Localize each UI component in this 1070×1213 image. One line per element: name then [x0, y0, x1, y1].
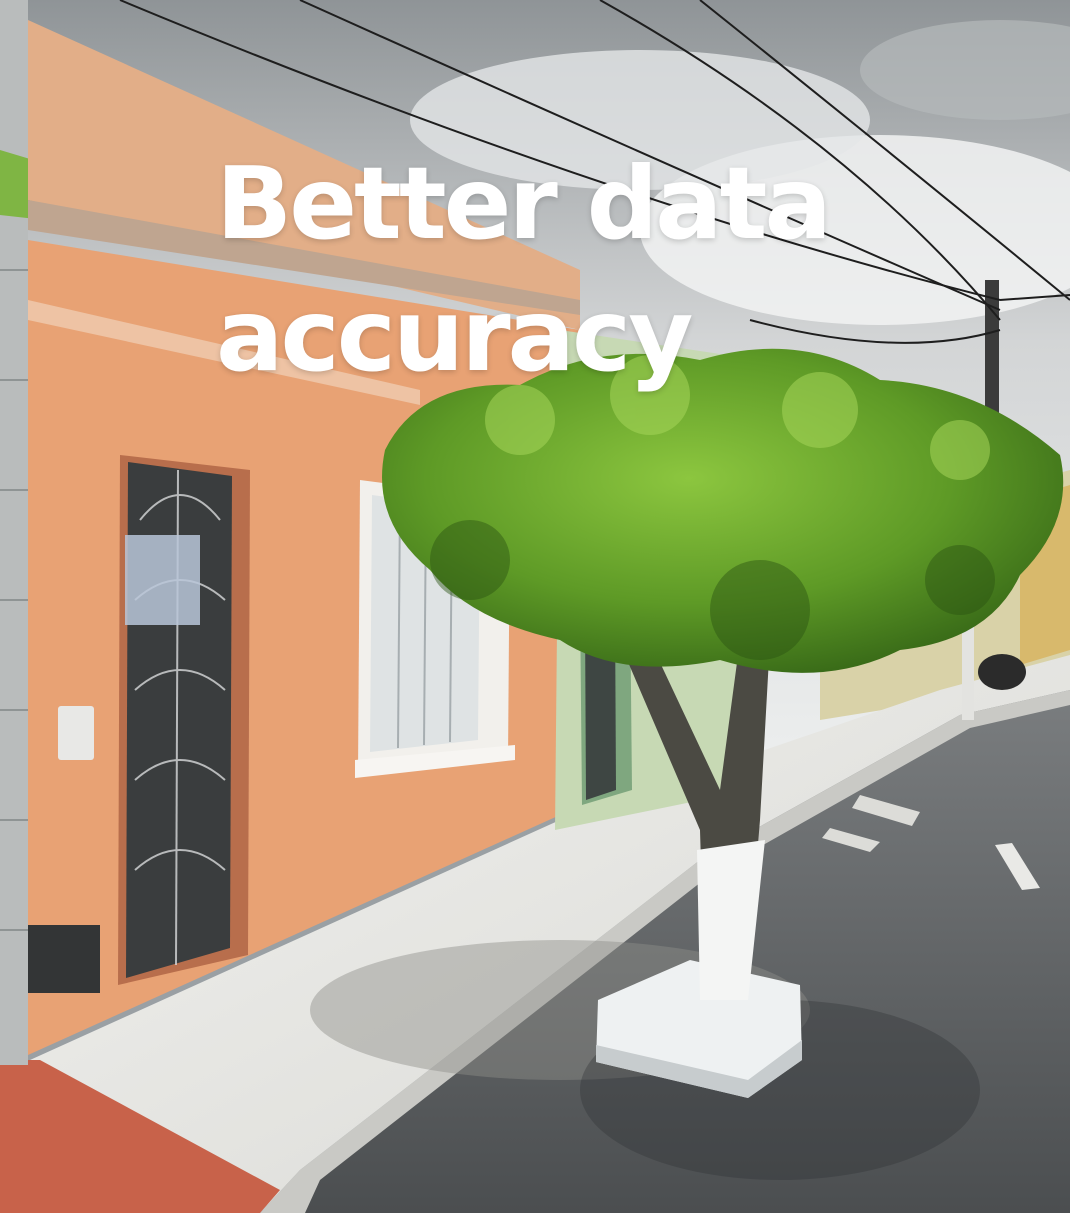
street-view-photo: Better data accuracy: [0, 0, 1070, 1213]
headline: Better data accuracy: [216, 138, 856, 402]
headline-line-1: Better data: [216, 145, 832, 262]
posted-flyer: [125, 535, 200, 625]
mail-slot: [28, 925, 100, 993]
headline-line-2: accuracy: [216, 277, 694, 394]
intercom-box: [58, 706, 94, 760]
street-post: [962, 620, 974, 720]
motorbike: [978, 654, 1026, 690]
